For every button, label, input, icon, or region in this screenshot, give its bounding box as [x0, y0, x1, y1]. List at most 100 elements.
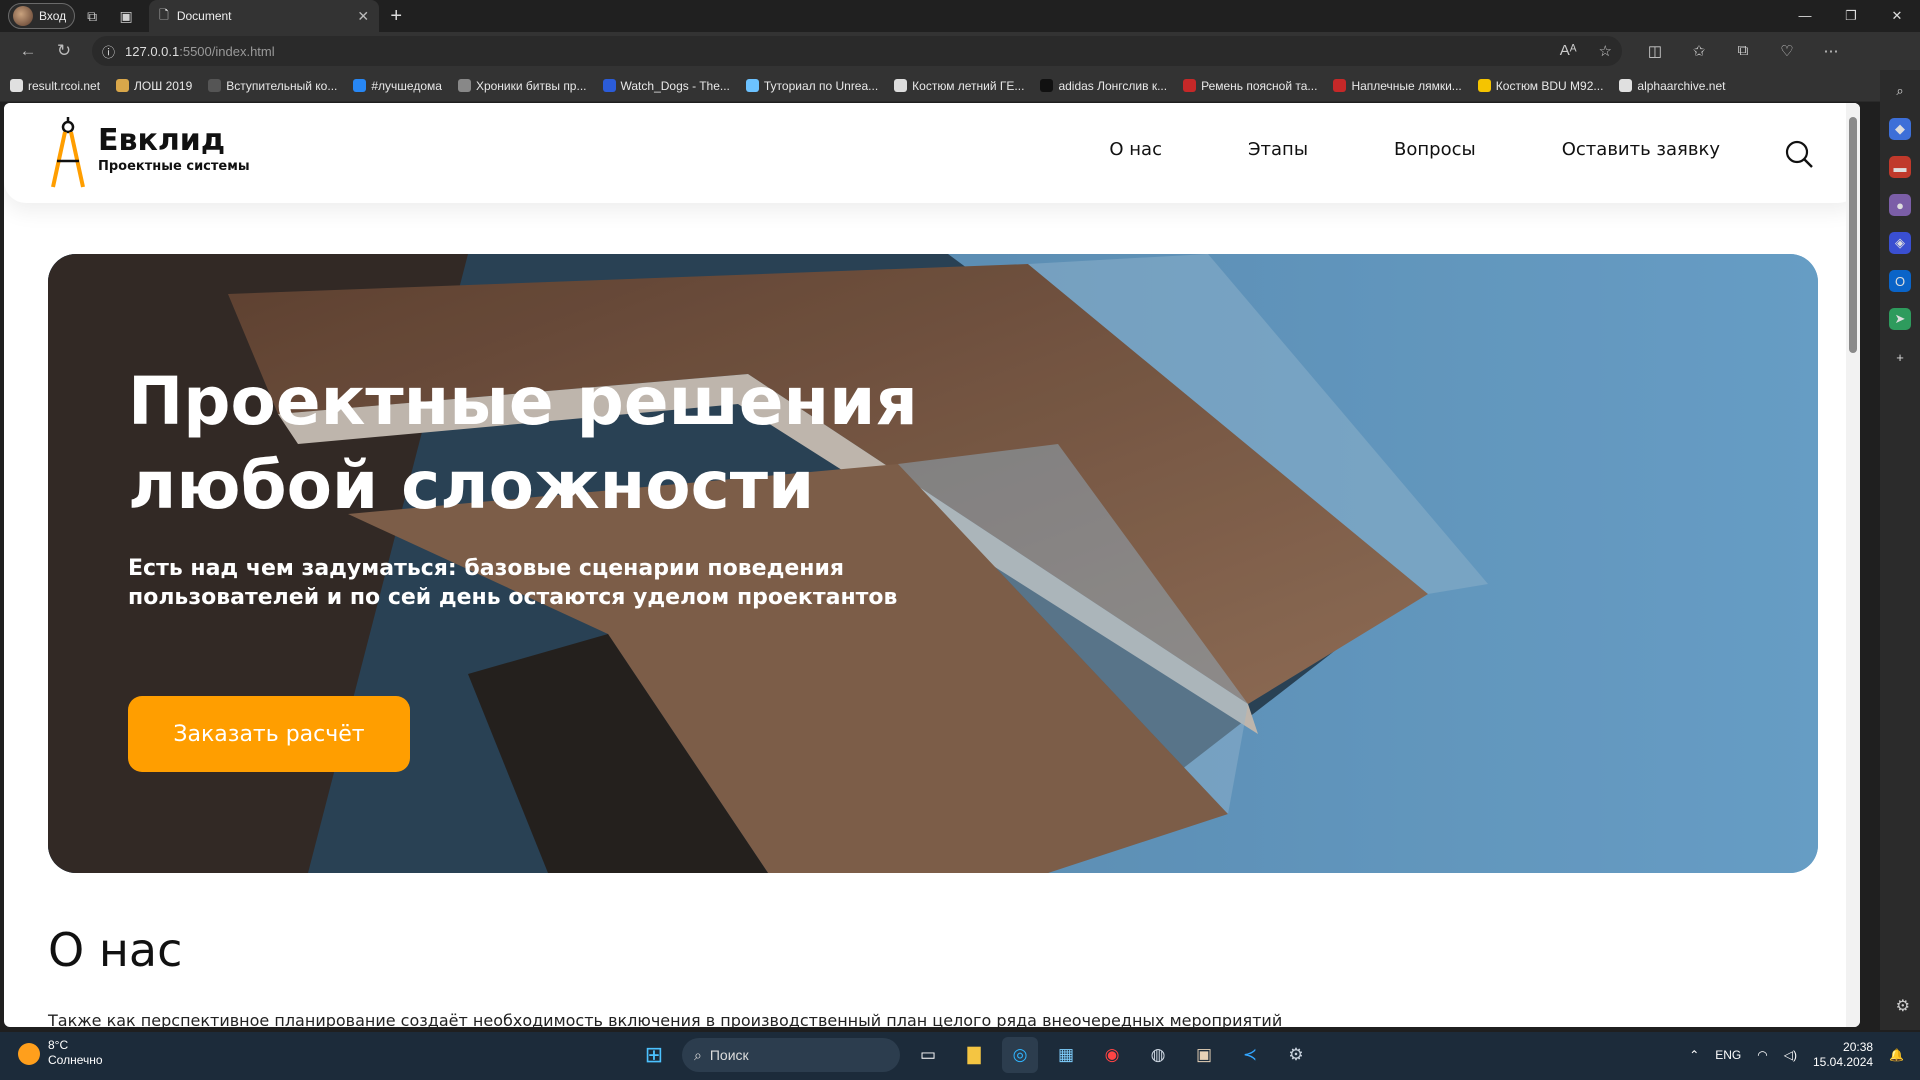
favorite-star-icon[interactable]: ☆ — [1599, 42, 1612, 60]
nav-questions[interactable]: Вопросы — [1394, 139, 1476, 160]
weather-widget[interactable]: 8°C Солнечно — [18, 1038, 103, 1068]
bookmark-label: Вступительный ко... — [226, 78, 338, 93]
collections-icon[interactable]: ⧉ — [1726, 42, 1760, 60]
bookmark-item[interactable]: Туториал по Unrea... — [745, 78, 879, 93]
bookmark-item[interactable]: Костюм BDU M92... — [1477, 78, 1604, 93]
bookmark-favicon-icon — [1333, 79, 1347, 92]
search-icon[interactable]: ⌕ — [1889, 80, 1911, 102]
bookmark-item[interactable]: #лучшедома — [353, 79, 442, 93]
taskbar-search[interactable]: ⌕ Поиск — [682, 1038, 900, 1072]
logo-subtitle: Проектные системы — [98, 159, 250, 174]
bookmark-label: Костюм BDU M92... — [1495, 78, 1604, 93]
new-tab-button[interactable]: + — [379, 5, 413, 28]
vscode-icon[interactable]: ≺ — [1232, 1037, 1268, 1073]
nav-about[interactable]: О нас — [1109, 139, 1162, 160]
scrollbar-thumb[interactable] — [1849, 117, 1857, 353]
page-scrollbar[interactable] — [1846, 103, 1860, 1027]
search-icon[interactable] — [1784, 139, 1814, 169]
file-explorer-icon[interactable]: ▇ — [956, 1037, 992, 1073]
store-icon[interactable]: ▦ — [1048, 1037, 1084, 1073]
workspaces-icon[interactable]: ⧉ — [75, 2, 109, 30]
bookmark-favicon-icon — [1183, 79, 1197, 92]
steam-icon[interactable]: ◍ — [1140, 1037, 1176, 1073]
bookmark-item[interactable]: alphaarchive.net — [1619, 79, 1725, 93]
bookmark-favicon-icon — [1477, 79, 1491, 92]
address-bar[interactable]: ⓘ 127.0.0.1:5500/index.html Aᴬ ☆ — [92, 36, 1622, 66]
tray-expand-icon[interactable]: ⌃ — [1689, 1048, 1699, 1062]
chrome-icon[interactable]: ◉ — [1094, 1037, 1130, 1073]
refresh-button[interactable]: ↻ — [46, 36, 82, 66]
tab-document[interactable]: 🗋 Document ✕ — [149, 0, 380, 32]
bookmark-item[interactable]: result.rcoi.net — [10, 79, 100, 93]
people-icon[interactable]: ● — [1889, 194, 1911, 216]
more-menu-icon[interactable]: ⋯ — [1814, 42, 1848, 60]
bookmark-item[interactable]: Хроники битвы пр... — [457, 79, 587, 93]
restore-button[interactable]: ❐ — [1828, 8, 1874, 24]
language-indicator[interactable]: ENG — [1715, 1048, 1741, 1062]
order-calculation-button[interactable]: Заказать расчёт — [128, 696, 410, 772]
url-path: :5500/index.html — [179, 43, 275, 59]
clock[interactable]: 20:38 15.04.2024 — [1813, 1040, 1873, 1070]
bookmark-label: Костюм летний ГЕ... — [912, 78, 1025, 93]
game-app-icon[interactable]: ▣ — [1186, 1037, 1222, 1073]
hero-lead: Есть над чем задуматься: базовые сценари… — [128, 556, 898, 610]
page-icon: 🗋 — [159, 7, 169, 22]
bookmark-favicon-icon — [894, 79, 908, 92]
task-view-icon[interactable]: ▭ — [910, 1037, 946, 1073]
bookmark-label: alphaarchive.net — [1637, 78, 1726, 93]
site-info-icon[interactable]: ⓘ — [102, 42, 115, 61]
tools-icon[interactable]: ▬ — [1889, 156, 1911, 178]
close-tab-icon[interactable]: ✕ — [357, 8, 369, 25]
bookmark-item[interactable]: ЛОШ 2019 — [116, 79, 192, 93]
send-icon[interactable]: ➤ — [1889, 308, 1911, 330]
bookmark-favicon-icon — [1619, 79, 1633, 92]
copilot-icon[interactable]: ◈ — [1889, 232, 1911, 254]
bookmark-label: adidas Лонгслив к... — [1058, 78, 1168, 93]
about-heading: О нас — [48, 923, 183, 977]
outlook-icon[interactable]: O — [1889, 270, 1911, 292]
clock-time: 20:38 — [1843, 1040, 1874, 1054]
bookmark-item[interactable]: Watch_Dogs - The... — [602, 79, 730, 93]
bookmark-item[interactable]: Наплечные лямки... — [1333, 79, 1462, 93]
edge-icon[interactable]: ◎ — [1002, 1037, 1038, 1073]
nav-stages[interactable]: Этапы — [1248, 139, 1308, 160]
minimize-button[interactable]: — — [1782, 8, 1828, 24]
nav-request[interactable]: Оставить заявку — [1562, 139, 1720, 160]
windows-taskbar: 8°C Солнечно ⊞ ⌕ Поиск ▭ ▇ ◎ ▦ ◉ ◍ ▣ ≺ ⚙… — [0, 1032, 1920, 1080]
edge-sidebar: ⌕ ◆ ▬ ● ◈ O ➤ + — [1880, 70, 1920, 1030]
bookmark-item[interactable]: Вступительный ко... — [208, 79, 337, 93]
screen: Вход ⧉ ▣ 🗋 Document ✕ + — ❐ ✕ ← ↻ ⓘ 127.… — [0, 0, 1920, 1080]
profile-button[interactable]: Вход — [8, 3, 76, 29]
favorites-icon[interactable]: ✩ — [1682, 42, 1716, 60]
wifi-icon[interactable]: ◠ — [1757, 1048, 1767, 1062]
settings-gear-icon[interactable]: ⚙ — [1896, 996, 1910, 1016]
shopping-icon[interactable]: ◆ — [1889, 118, 1911, 140]
close-window-button[interactable]: ✕ — [1874, 8, 1920, 24]
bookmark-favicon-icon — [602, 79, 616, 92]
volume-icon[interactable]: ◁) — [1784, 1048, 1797, 1062]
tab-actions-icon[interactable]: ▣ — [109, 2, 143, 30]
site-header: Евклид Проектные системы О нас Этапы Воп… — [4, 103, 1860, 203]
site-logo[interactable]: Евклид Проектные системы — [48, 117, 250, 189]
add-icon[interactable]: + — [1889, 346, 1911, 368]
browser-toolbar: ← ↻ ⓘ 127.0.0.1:5500/index.html Aᴬ ☆ ◫ ✩… — [0, 32, 1920, 70]
bookmark-favicon-icon — [208, 79, 222, 92]
search-icon: ⌕ — [694, 1046, 702, 1063]
bookmark-label: Туториал по Unrea... — [763, 78, 879, 93]
bookmark-item[interactable]: Ремень поясной та... — [1183, 79, 1317, 93]
main-nav: О нас Этапы Вопросы Оставить заявку — [1109, 139, 1720, 160]
start-icon[interactable]: ⊞ — [636, 1037, 672, 1073]
bookmark-label: #лучшедома — [371, 78, 442, 93]
read-aloud-icon[interactable]: Aᴬ — [1560, 42, 1577, 60]
browser-essentials-icon[interactable]: ♡ — [1770, 42, 1804, 60]
back-button[interactable]: ← — [10, 36, 46, 66]
notifications-bell-icon[interactable]: 🔔 — [1889, 1048, 1904, 1062]
browser-tab-bar: Вход ⧉ ▣ 🗋 Document ✕ + — ❐ ✕ — [0, 0, 1920, 32]
url-host: 127.0.0.1 — [125, 43, 180, 59]
bookmark-item[interactable]: adidas Лонгслив к... — [1040, 79, 1167, 93]
bookmark-item[interactable]: Костюм летний ГЕ... — [894, 79, 1024, 93]
settings-icon[interactable]: ⚙ — [1278, 1037, 1314, 1073]
split-screen-icon[interactable]: ◫ — [1638, 42, 1672, 60]
taskbar-search-placeholder: Поиск — [709, 1047, 749, 1063]
bookmark-favicon-icon — [116, 79, 130, 92]
